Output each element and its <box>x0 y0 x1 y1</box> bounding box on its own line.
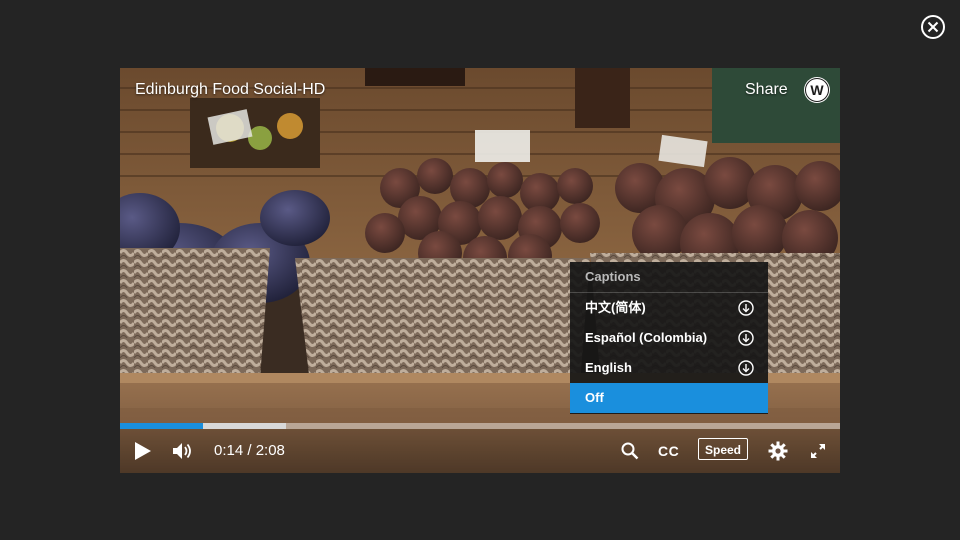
close-icon <box>921 15 945 39</box>
caption-option-english[interactable]: English <box>570 353 768 383</box>
search-icon[interactable] <box>621 442 639 460</box>
volume-icon[interactable] <box>172 441 194 461</box>
settings-gear-icon[interactable] <box>768 441 788 461</box>
captions-menu: Captions 中文(简体) Español (Colombia) Engli… <box>570 262 768 414</box>
caption-option-label: Off <box>585 390 604 405</box>
share-button[interactable]: Share <box>745 81 788 99</box>
caption-option-label: English <box>585 360 632 375</box>
control-bar: 0:14 / 2:08 CC Speed <box>120 429 840 473</box>
time-display: 0:14 / 2:08 <box>214 442 285 459</box>
speed-button[interactable]: Speed <box>698 438 748 460</box>
download-icon[interactable] <box>738 330 754 346</box>
cc-button[interactable]: CC <box>658 443 679 459</box>
caption-option-label: Español (Colombia) <box>585 330 708 345</box>
play-icon[interactable] <box>134 441 152 461</box>
caption-option-off[interactable]: Off <box>570 383 768 413</box>
close-button[interactable] <box>920 14 946 40</box>
video-player[interactable]: Edinburgh Food Social-HD Share W Caption… <box>120 68 840 473</box>
download-icon[interactable] <box>738 360 754 376</box>
caption-option-spanish-colombia[interactable]: Español (Colombia) <box>570 323 768 353</box>
download-icon[interactable] <box>738 300 754 316</box>
captions-menu-header: Captions <box>570 262 768 293</box>
video-title: Edinburgh Food Social-HD <box>135 81 326 98</box>
caption-option-label: 中文(简体) <box>585 300 646 315</box>
fullscreen-icon[interactable] <box>810 443 826 459</box>
w-logo-icon[interactable]: W <box>805 78 829 102</box>
caption-option-chinese-simplified[interactable]: 中文(简体) <box>570 293 768 323</box>
